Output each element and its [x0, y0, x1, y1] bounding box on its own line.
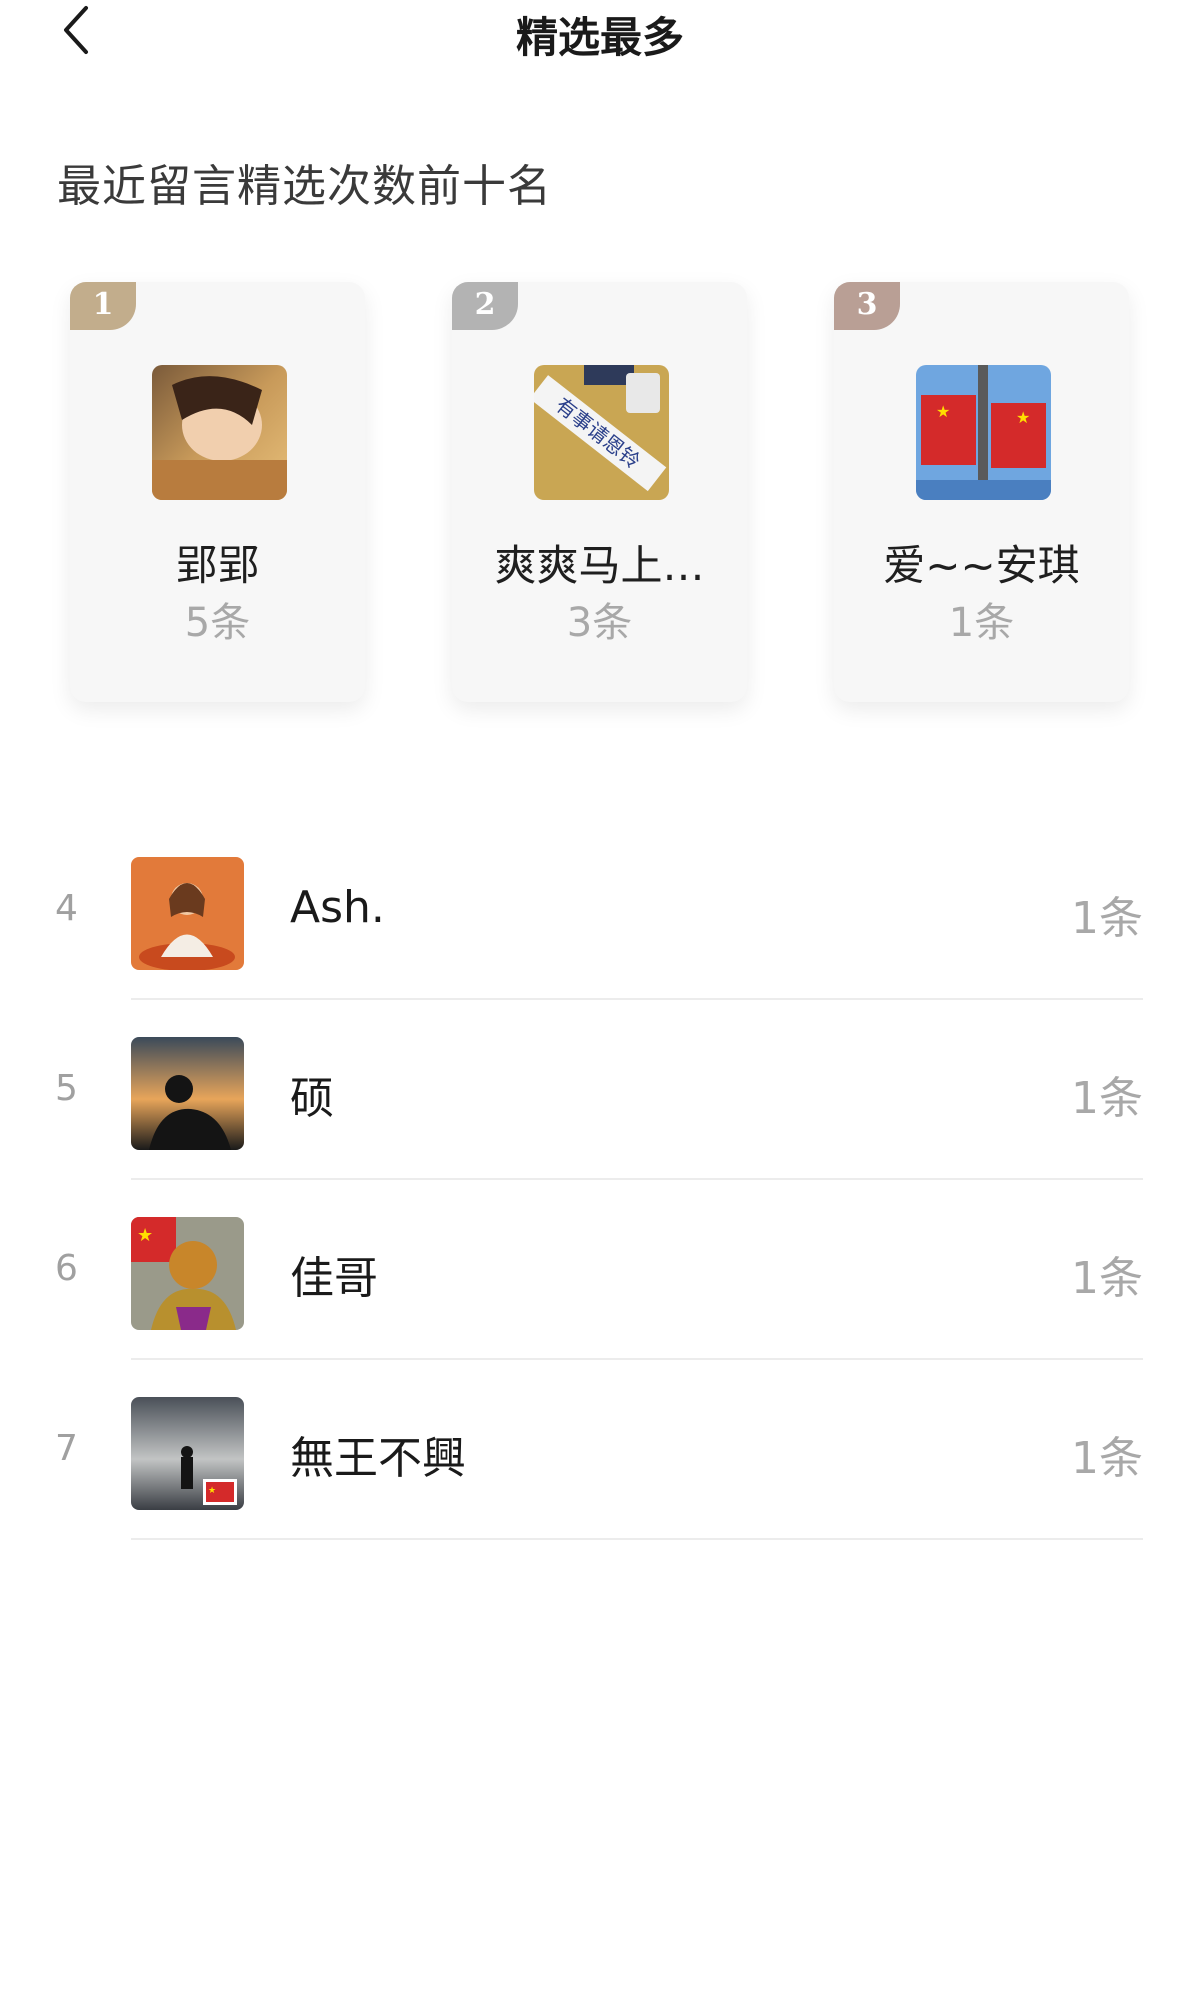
list-item[interactable]: 4 Ash. 1条 — [0, 820, 1200, 1000]
list-item[interactable]: 6 ★ 佳哥 1条 — [0, 1180, 1200, 1360]
avatar: ★ — [131, 1217, 244, 1330]
svg-text:★: ★ — [137, 1225, 153, 1246]
avatar — [131, 1037, 244, 1150]
svg-text:★: ★ — [208, 1486, 216, 1496]
avatar — [152, 365, 287, 500]
top-rank-card-3[interactable]: 3 ★ ★ 爱~~安琪 1条 — [834, 282, 1129, 702]
selection-count: 1条 — [1071, 893, 1143, 944]
rank-number: 6 — [55, 1248, 78, 1289]
avatar: 有事请恩铃 — [534, 365, 669, 500]
user-name: Ash. — [290, 882, 385, 933]
selection-count: 1条 — [1071, 1073, 1143, 1124]
user-name: 硕 — [290, 1073, 334, 1124]
rank-number: 5 — [55, 1068, 78, 1109]
svg-text:★: ★ — [1016, 408, 1030, 427]
top-rank-card-1[interactable]: 1 郢郢 5条 — [70, 282, 365, 702]
user-name: 爽爽马上… — [494, 541, 705, 590]
header: 精选最多 — [0, 0, 1200, 70]
avatar: ★ — [131, 1397, 244, 1510]
user-name: 佳哥 — [290, 1253, 378, 1304]
list-item[interactable]: 5 硕 1条 — [0, 1000, 1200, 1180]
page-title: 精选最多 — [515, 13, 684, 62]
selection-count: 1条 — [948, 600, 1015, 646]
user-name: 無王不興 — [290, 1433, 466, 1484]
top-rank-card-2[interactable]: 2 有事请恩铃 爽爽马上… 3条 — [452, 282, 747, 702]
rank-badge: 3 — [834, 282, 900, 330]
list-item[interactable]: 7 ★ 無王不興 1条 — [0, 1360, 1200, 1540]
user-name: 郢郢 — [175, 541, 260, 590]
avatar — [131, 857, 244, 970]
avatar: ★ ★ — [916, 365, 1051, 500]
rank-number: 7 — [55, 1428, 78, 1469]
rank-badge: 2 — [452, 282, 518, 330]
divider — [131, 1538, 1143, 1540]
selection-count: 3条 — [566, 600, 633, 646]
selection-count: 5条 — [184, 600, 251, 646]
rank-list: 4 Ash. 1条 5 硕 1条 6 ★ 佳哥 1条 7 ★ 無王不興 1条 — [0, 820, 1200, 1540]
svg-text:★: ★ — [936, 402, 950, 421]
rank-number: 4 — [55, 888, 78, 929]
selection-count: 1条 — [1071, 1253, 1143, 1304]
rank-badge: 1 — [70, 282, 136, 330]
selection-count: 1条 — [1071, 1433, 1143, 1484]
section-title: 最近留言精选次数前十名 — [57, 161, 552, 212]
user-name: 爱~~安琪 — [883, 541, 1080, 590]
